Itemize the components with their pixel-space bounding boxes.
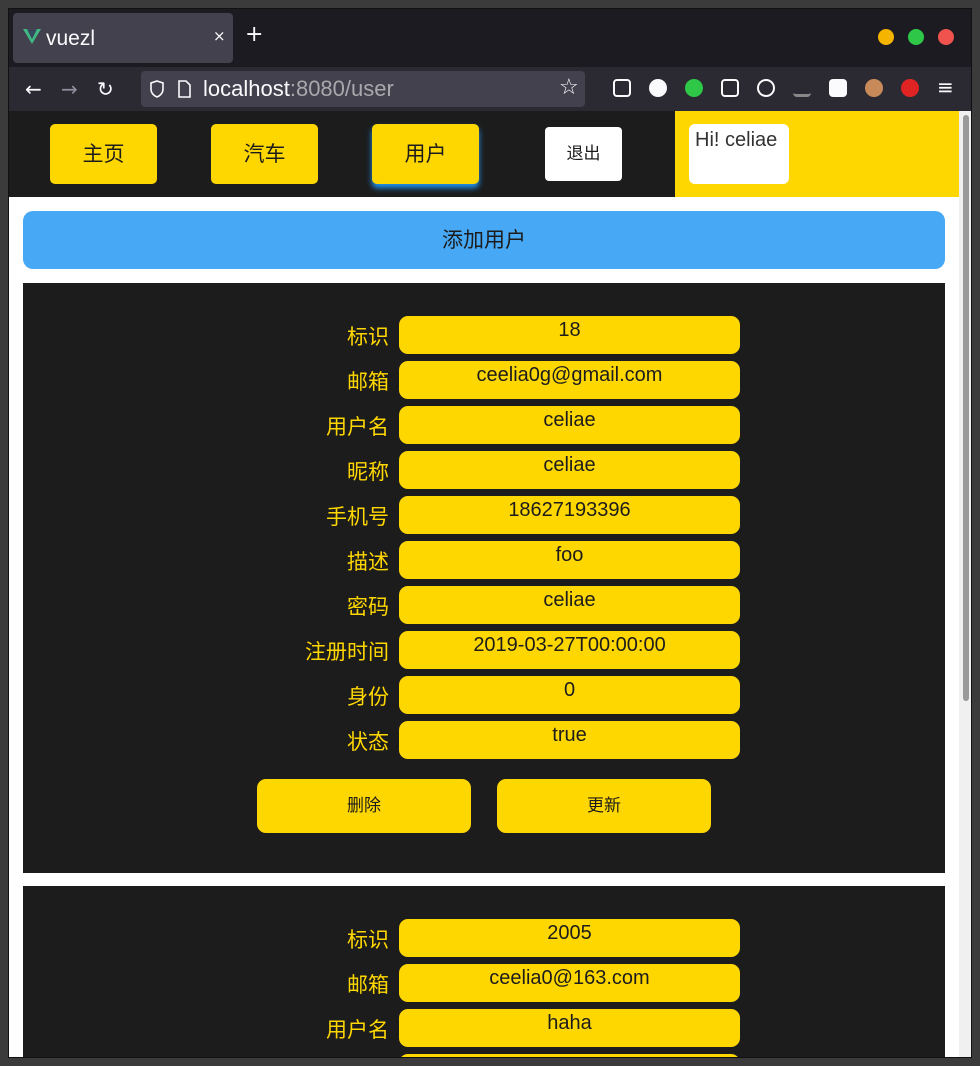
browser-window: vuezl × + ← → ↻ localhost:8080/user ☆ ≡ … xyxy=(8,8,972,1058)
field-row xyxy=(23,1054,945,1057)
update-button[interactable]: 更新 xyxy=(497,779,711,833)
field-value[interactable]: true xyxy=(399,721,740,759)
field-row: 用户名 haha xyxy=(23,1009,945,1047)
field-row: 状态 true xyxy=(23,721,945,759)
back-icon[interactable]: ← xyxy=(25,77,42,101)
field-value[interactable]: 18627193396 xyxy=(399,496,740,534)
field-value[interactable]: haha xyxy=(399,1009,740,1047)
delete-button[interactable]: 删除 xyxy=(257,779,471,833)
shield-icon[interactable] xyxy=(149,80,165,98)
page-scrollbar[interactable] xyxy=(959,111,971,1057)
nav-users-button[interactable]: 用户 xyxy=(372,124,479,184)
scrollbar-thumb[interactable] xyxy=(963,115,969,701)
field-row: 昵称 celiae xyxy=(23,451,945,489)
field-value[interactable]: celiae xyxy=(399,586,740,624)
site-header: 主页 汽车 用户 退出 Hi! celiae xyxy=(9,111,959,197)
field-value[interactable]: ceelia0g@gmail.com xyxy=(399,361,740,399)
field-value[interactable]: 2005 xyxy=(399,919,740,957)
field-value[interactable]: celiae xyxy=(399,406,740,444)
user-card: 标识 18 邮箱 ceelia0g@gmail.com 用户名 celiae 昵… xyxy=(23,283,945,873)
tab-vuezl[interactable]: vuezl × xyxy=(13,13,233,63)
new-tab-icon[interactable]: + xyxy=(245,22,263,47)
reload-icon[interactable]: ↻ xyxy=(97,77,114,101)
react-devtools-icon[interactable] xyxy=(757,79,775,97)
url-host: localhost xyxy=(203,76,290,101)
field-label: 标识 xyxy=(347,928,389,952)
url-text[interactable]: localhost:8080/user xyxy=(203,76,394,102)
field-label: 用户名 xyxy=(326,1018,389,1042)
field-value[interactable]: ceelia0@163.com xyxy=(399,964,740,1002)
nav-cars-button[interactable]: 汽车 xyxy=(211,124,318,184)
field-row: 标识 18 xyxy=(23,316,945,354)
tab-bar: vuezl × + xyxy=(9,9,971,67)
logout-button[interactable]: 退出 xyxy=(545,127,622,181)
field-label: 用户名 xyxy=(326,415,389,439)
field-label: 邮箱 xyxy=(347,370,389,394)
field-value[interactable]: celiae xyxy=(399,451,740,489)
field-row: 密码 celiae xyxy=(23,586,945,624)
field-label: 手机号 xyxy=(326,505,389,529)
field-value[interactable]: 18 xyxy=(399,316,740,354)
tab-title: vuezl xyxy=(46,27,96,50)
field-row: 身份 0 xyxy=(23,676,945,714)
page-icon xyxy=(178,80,191,98)
menu-icon[interactable]: ≡ xyxy=(937,75,954,99)
greeting-area: Hi! celiae xyxy=(675,111,959,197)
field-value[interactable]: 2019-03-27T00:00:00 xyxy=(399,631,740,669)
url-path: :8080/user xyxy=(289,76,394,101)
field-row: 用户名 celiae xyxy=(23,406,945,444)
graph-extension-icon[interactable] xyxy=(793,79,811,97)
user-card: 标识 2005 邮箱 ceelia0@163.com 用户名 haha xyxy=(23,886,945,1057)
field-label: 昵称 xyxy=(347,460,389,484)
maximize-icon[interactable] xyxy=(908,29,924,45)
navigation-bar: ← → ↻ localhost:8080/user ☆ ≡ xyxy=(9,67,971,111)
field-value[interactable]: 0 xyxy=(399,676,740,714)
tab-close-icon[interactable]: × xyxy=(213,27,226,45)
forward-icon[interactable]: → xyxy=(61,77,78,101)
field-label: 描述 xyxy=(347,550,389,574)
field-value[interactable]: foo xyxy=(399,541,740,579)
field-row: 邮箱 ceelia0@163.com xyxy=(23,964,945,1002)
face-extension-icon[interactable] xyxy=(829,79,847,97)
vue-logo-icon xyxy=(23,29,41,44)
field-row: 描述 foo xyxy=(23,541,945,579)
adblock-icon[interactable] xyxy=(901,79,919,97)
field-label: 邮箱 xyxy=(347,973,389,997)
page-content: 主页 汽车 用户 退出 Hi! celiae 添加用户 标识 18 邮箱 cee… xyxy=(9,111,959,1057)
field-label: 状态 xyxy=(347,730,389,754)
field-row: 注册时间 2019-03-27T00:00:00 xyxy=(23,631,945,669)
field-label: 身份 xyxy=(347,685,389,709)
grammarly-icon[interactable] xyxy=(649,79,667,97)
minimize-icon[interactable] xyxy=(878,29,894,45)
url-bar[interactable]: localhost:8080/user ☆ xyxy=(141,71,585,107)
field-row: 邮箱 ceelia0g@gmail.com xyxy=(23,361,945,399)
nav-home-button[interactable]: 主页 xyxy=(50,124,157,184)
greeting-text: Hi! celiae xyxy=(689,124,789,184)
reader-icon[interactable] xyxy=(721,79,739,97)
field-label: 密码 xyxy=(347,595,389,619)
field-label: 标识 xyxy=(347,325,389,349)
field-label: 注册时间 xyxy=(305,640,389,664)
pocket-icon[interactable] xyxy=(613,79,631,97)
field-row: 标识 2005 xyxy=(23,919,945,957)
add-user-button[interactable]: 添加用户 xyxy=(23,211,945,269)
bookmark-star-icon[interactable]: ☆ xyxy=(559,75,579,100)
cat-extension-icon[interactable] xyxy=(685,79,703,97)
close-window-icon[interactable] xyxy=(938,29,954,45)
field-row: 手机号 18627193396 xyxy=(23,496,945,534)
owl-extension-icon[interactable] xyxy=(865,79,883,97)
field-value[interactable] xyxy=(399,1054,740,1057)
